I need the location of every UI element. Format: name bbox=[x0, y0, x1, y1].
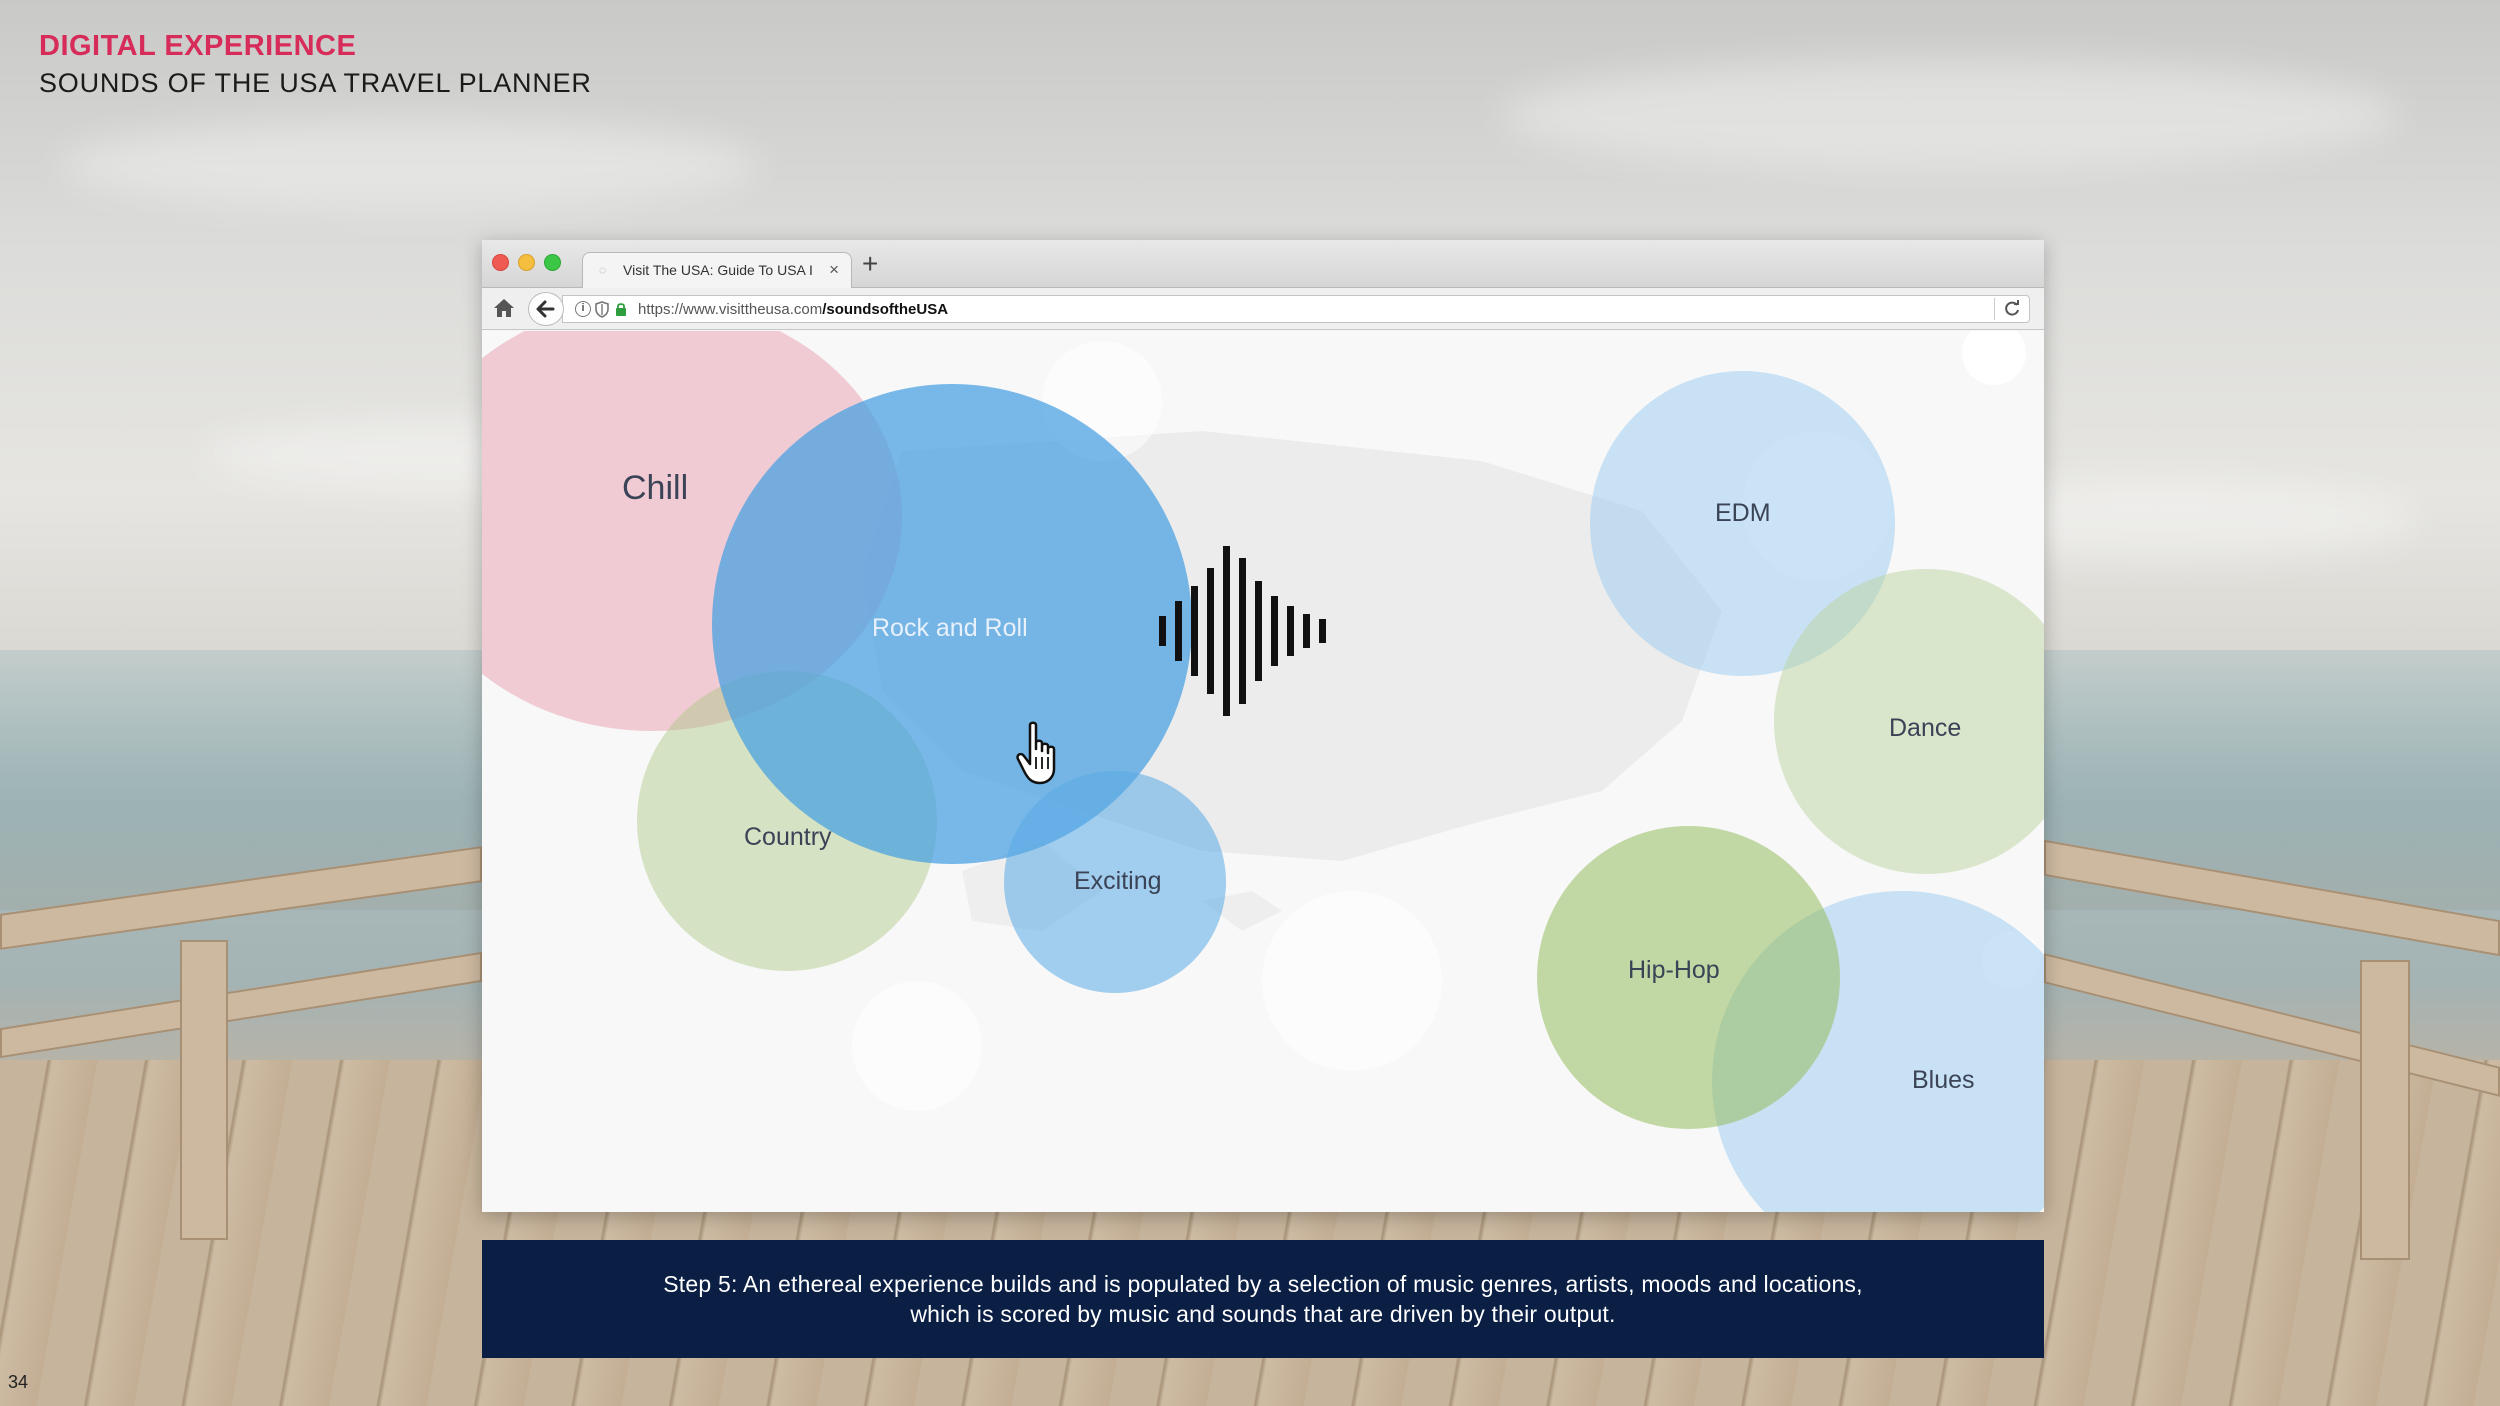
caption-line-1: Step 5: An ethereal experience builds an… bbox=[663, 1271, 1863, 1297]
close-window-button[interactable] bbox=[492, 254, 509, 271]
bubble-label-hip-hop: Hip-Hop bbox=[1628, 956, 1720, 984]
pier-post-left bbox=[180, 940, 228, 1240]
pier-post-right bbox=[2360, 960, 2410, 1260]
minimize-window-button[interactable] bbox=[518, 254, 535, 271]
new-tab-button[interactable]: + bbox=[862, 250, 878, 278]
caption-text: Step 5: An ethereal experience builds an… bbox=[563, 1269, 1963, 1329]
maximize-window-button[interactable] bbox=[544, 254, 561, 271]
url-text[interactable]: https://www.visittheusa.com/soundsoftheU… bbox=[638, 301, 948, 318]
bokeh-dot bbox=[852, 981, 982, 1111]
bokeh-dot bbox=[1962, 331, 2026, 385]
browser-window: ◌ Visit The USA: Guide To USA I × + i ht… bbox=[482, 240, 2044, 1212]
arrow-left-icon bbox=[536, 300, 555, 318]
slide-title: SOUNDS OF THE USA TRAVEL PLANNER bbox=[39, 68, 592, 98]
bubble-label-rock-and-roll: Rock and Roll bbox=[872, 614, 1028, 642]
info-icon[interactable]: i bbox=[575, 301, 591, 317]
shield-icon[interactable] bbox=[595, 301, 609, 318]
bubble-label-edm: EDM bbox=[1715, 499, 1771, 527]
back-button[interactable] bbox=[528, 292, 564, 326]
tab-close-icon[interactable]: × bbox=[829, 260, 839, 280]
tab-title: Visit The USA: Guide To USA I bbox=[623, 262, 813, 278]
bubble-exciting[interactable]: Exciting bbox=[1004, 771, 1226, 993]
pier-rail-left-lower bbox=[0, 951, 482, 1059]
page-number: 34 bbox=[8, 1372, 29, 1392]
lock-icon bbox=[616, 303, 626, 316]
bubble-label-dance: Dance bbox=[1889, 714, 1962, 742]
caption-box: Step 5: An ethereal experience builds an… bbox=[482, 1240, 2044, 1358]
home-icon[interactable] bbox=[492, 297, 516, 319]
url-domain: https://www.visittheusa.com bbox=[638, 301, 823, 318]
bubble-label-chill: Chill bbox=[622, 469, 689, 507]
globe-icon: ◌ bbox=[599, 263, 607, 277]
browser-navbar: i https://www.visittheusa.com/soundsofth… bbox=[482, 288, 2044, 330]
soundwave-icon bbox=[1159, 546, 1326, 716]
hand-pointer-icon bbox=[1016, 721, 1056, 785]
bubble-hip-hop[interactable]: Hip-Hop bbox=[1537, 826, 1840, 1129]
sounds-experience-canvas: Chill Country Rock and Roll Exciting EDM… bbox=[482, 331, 2044, 1212]
caption-line-2: which is scored by music and sounds that… bbox=[910, 1301, 1616, 1327]
address-bar[interactable]: i https://www.visittheusa.com/soundsofth… bbox=[562, 295, 2030, 323]
bokeh-dot bbox=[1262, 891, 1442, 1071]
bubble-label-country: Country bbox=[744, 823, 832, 851]
reload-icon[interactable] bbox=[2003, 300, 2021, 318]
slide-category: DIGITAL EXPERIENCE bbox=[39, 30, 357, 62]
url-divider bbox=[1994, 298, 1995, 320]
browser-tab-active[interactable]: ◌ Visit The USA: Guide To USA I × bbox=[582, 252, 852, 288]
browser-titlebar: ◌ Visit The USA: Guide To USA I × + bbox=[482, 240, 2044, 288]
bubble-label-exciting: Exciting bbox=[1074, 867, 1162, 895]
url-path: /soundsoftheUSA bbox=[822, 301, 949, 318]
bubble-label-blues: Blues bbox=[1912, 1066, 1975, 1094]
